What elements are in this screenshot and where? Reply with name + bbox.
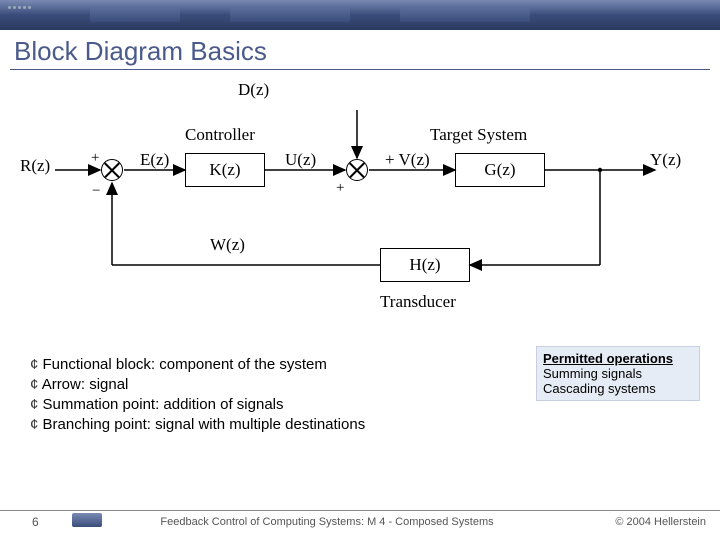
disturbance-label: D(z) [238,80,269,100]
signal-E: E(z) [140,150,169,170]
permitted-line: Summing signals [543,366,693,381]
slide-footer: 6 Feedback Control of Computing Systems:… [0,510,720,540]
sum2-plus: + [336,180,344,197]
header-segment [90,8,180,22]
block-H: H(z) [380,248,470,282]
slide-number: 6 [14,515,39,529]
signal-W: W(z) [210,235,245,255]
signal-U: U(z) [285,150,316,170]
target-system-label: Target System [430,125,527,145]
signal-R: R(z) [20,156,50,176]
header-segment [230,8,350,22]
transducer-label: Transducer [380,292,456,312]
permitted-operations-box: Permitted operations Summing signals Cas… [536,346,700,401]
sum1-minus: − [92,183,100,200]
block-diagram: D(z) Controller Target System R(z) E(z) … [0,70,720,345]
header-segment [400,8,530,22]
summing-junction-1 [101,159,123,181]
sum1-plus: + [91,150,99,167]
list-item: Branching point: signal with multiple de… [30,416,690,433]
signal-V: + V(z) [385,150,430,170]
slide-header [0,0,720,30]
permitted-title: Permitted operations [543,351,693,366]
controller-label: Controller [185,125,255,145]
diagram-arrows [0,70,720,345]
page-title: Block Diagram Basics [0,30,720,67]
header-dots-icon [8,6,31,9]
footer-center: Feedback Control of Computing Systems: M… [39,516,616,528]
summing-junction-2 [346,159,368,181]
signal-Y: Y(z) [650,150,681,170]
footer-segment [72,513,102,527]
permitted-line: Cascading systems [543,381,693,396]
footer-copyright: © 2004 Hellerstein [615,516,706,528]
block-K: K(z) [185,153,265,187]
block-G: G(z) [455,153,545,187]
